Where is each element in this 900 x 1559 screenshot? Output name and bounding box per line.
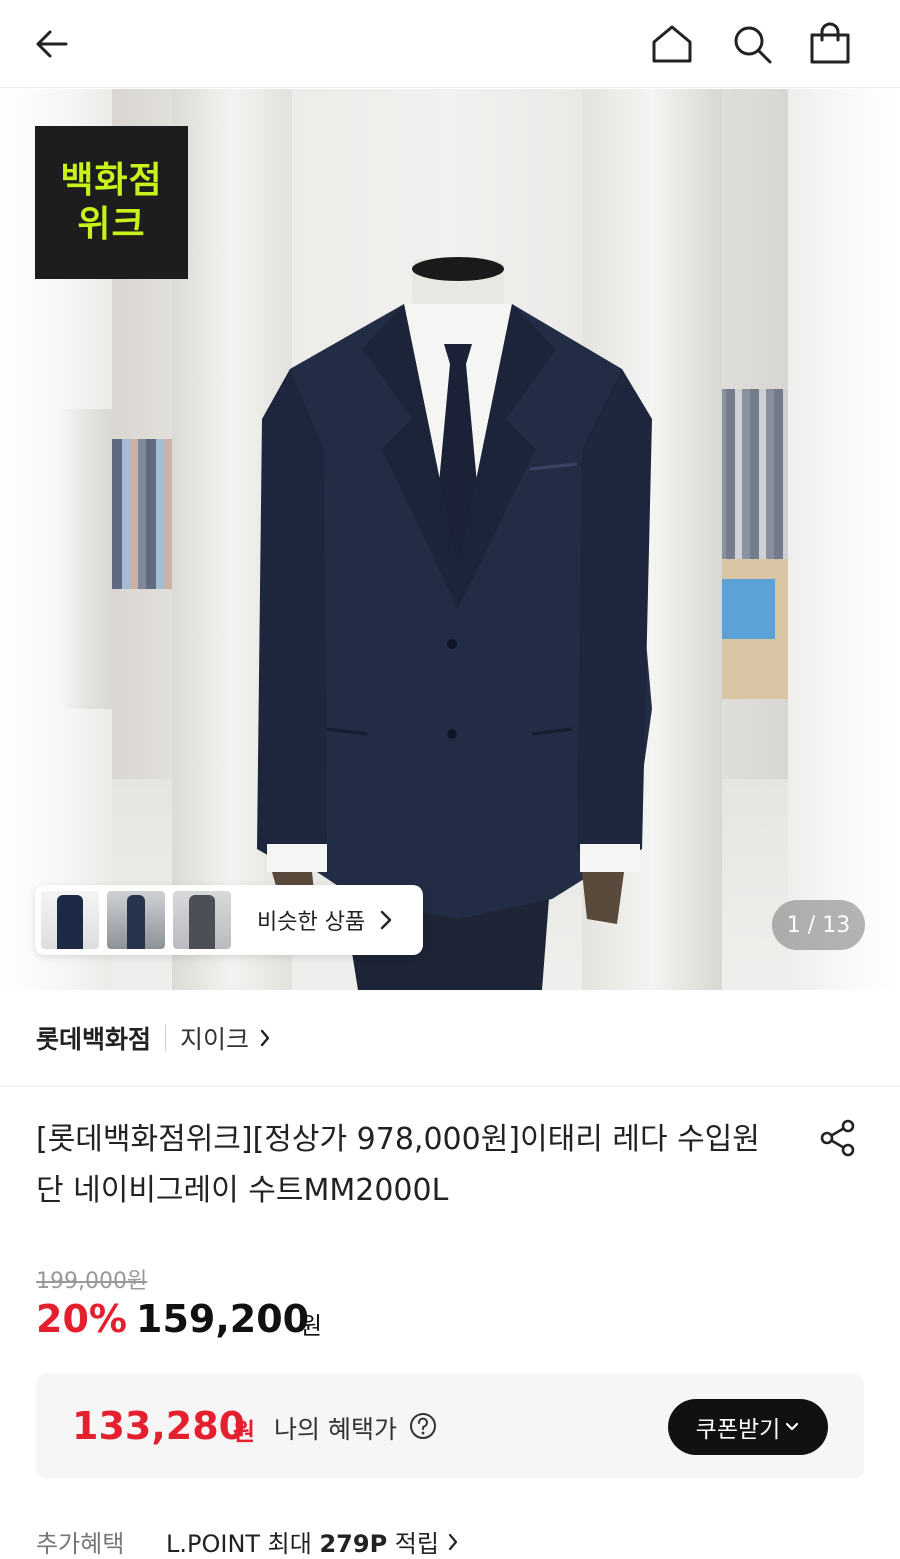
similar-products-button[interactable]: 비슷한 상품: [35, 885, 423, 955]
chevron-right-icon: [379, 909, 393, 931]
extra-benefit-row[interactable]: 추가혜택 L.POINT 최대 279P 적립: [36, 1524, 459, 1559]
suit-mannequin-image: [257, 257, 652, 990]
department-store-week-badge: 백화점 위크: [35, 126, 188, 279]
badge-line-1: 백화점: [60, 159, 163, 201]
coupon-label: 쿠폰받기: [695, 1417, 781, 1443]
my-benefit-box: 133,280 원 나의 혜택가 쿠폰받기: [36, 1374, 864, 1478]
original-price: 199,000원: [36, 1269, 148, 1294]
similar-product-thumbnail[interactable]: [173, 891, 231, 949]
lpoint-points: 279P: [319, 1530, 388, 1558]
sale-price: 159,200: [136, 1297, 310, 1341]
share-icon: [820, 1119, 855, 1157]
image-counter: 1 / 13: [772, 900, 865, 950]
divider: [165, 1025, 167, 1051]
top-app-bar: [0, 0, 900, 88]
similar-products-label: 비슷한 상품: [257, 910, 366, 935]
chevron-right-icon: [259, 1028, 271, 1048]
search-icon: [734, 26, 772, 64]
lpoint-prefix: L.POINT 최대: [166, 1530, 320, 1558]
brand-row: 롯데백화점 지이크: [0, 990, 900, 1087]
chevron-down-icon: [786, 1422, 799, 1431]
store-name: 롯데백화점: [36, 1025, 152, 1054]
home-button[interactable]: [640, 12, 704, 76]
lpoint-text: L.POINT 최대 279P 적립: [166, 1524, 439, 1559]
benefit-price: 133,280: [72, 1404, 246, 1448]
product-image-carousel[interactable]: 백화점 위크 비슷한 상품 1 / 13: [0, 89, 900, 990]
home-icon: [652, 25, 692, 63]
badge-line-2: 위크: [77, 203, 146, 245]
back-button[interactable]: [20, 12, 84, 76]
brand-link[interactable]: 지이크: [180, 1020, 249, 1056]
product-title: [롯데백화점위크][정상가 978,000원]이태리 레다 수입원단 네이비그레…: [36, 1122, 760, 1208]
shopping-bag-icon: [810, 22, 850, 64]
background-right: [788, 89, 900, 990]
cart-button[interactable]: [798, 12, 862, 76]
arrow-left-icon: [36, 30, 68, 58]
similar-product-thumbnail[interactable]: [107, 891, 165, 949]
benefit-label: 나의 혜택가: [274, 1415, 397, 1444]
discount-rate: 20%: [36, 1297, 127, 1341]
extra-benefit-label: 추가혜택: [36, 1530, 125, 1558]
similar-product-thumbnail[interactable]: [41, 891, 99, 949]
lpoint-suffix: 적립: [387, 1530, 439, 1558]
price-unit: 원: [300, 1312, 323, 1340]
benefit-price-unit: 원: [233, 1418, 256, 1446]
chevron-right-icon: [447, 1532, 459, 1552]
help-icon[interactable]: [409, 1412, 437, 1440]
search-button[interactable]: [720, 12, 784, 76]
share-button[interactable]: [816, 1116, 860, 1160]
get-coupon-button[interactable]: 쿠폰받기: [668, 1399, 828, 1455]
